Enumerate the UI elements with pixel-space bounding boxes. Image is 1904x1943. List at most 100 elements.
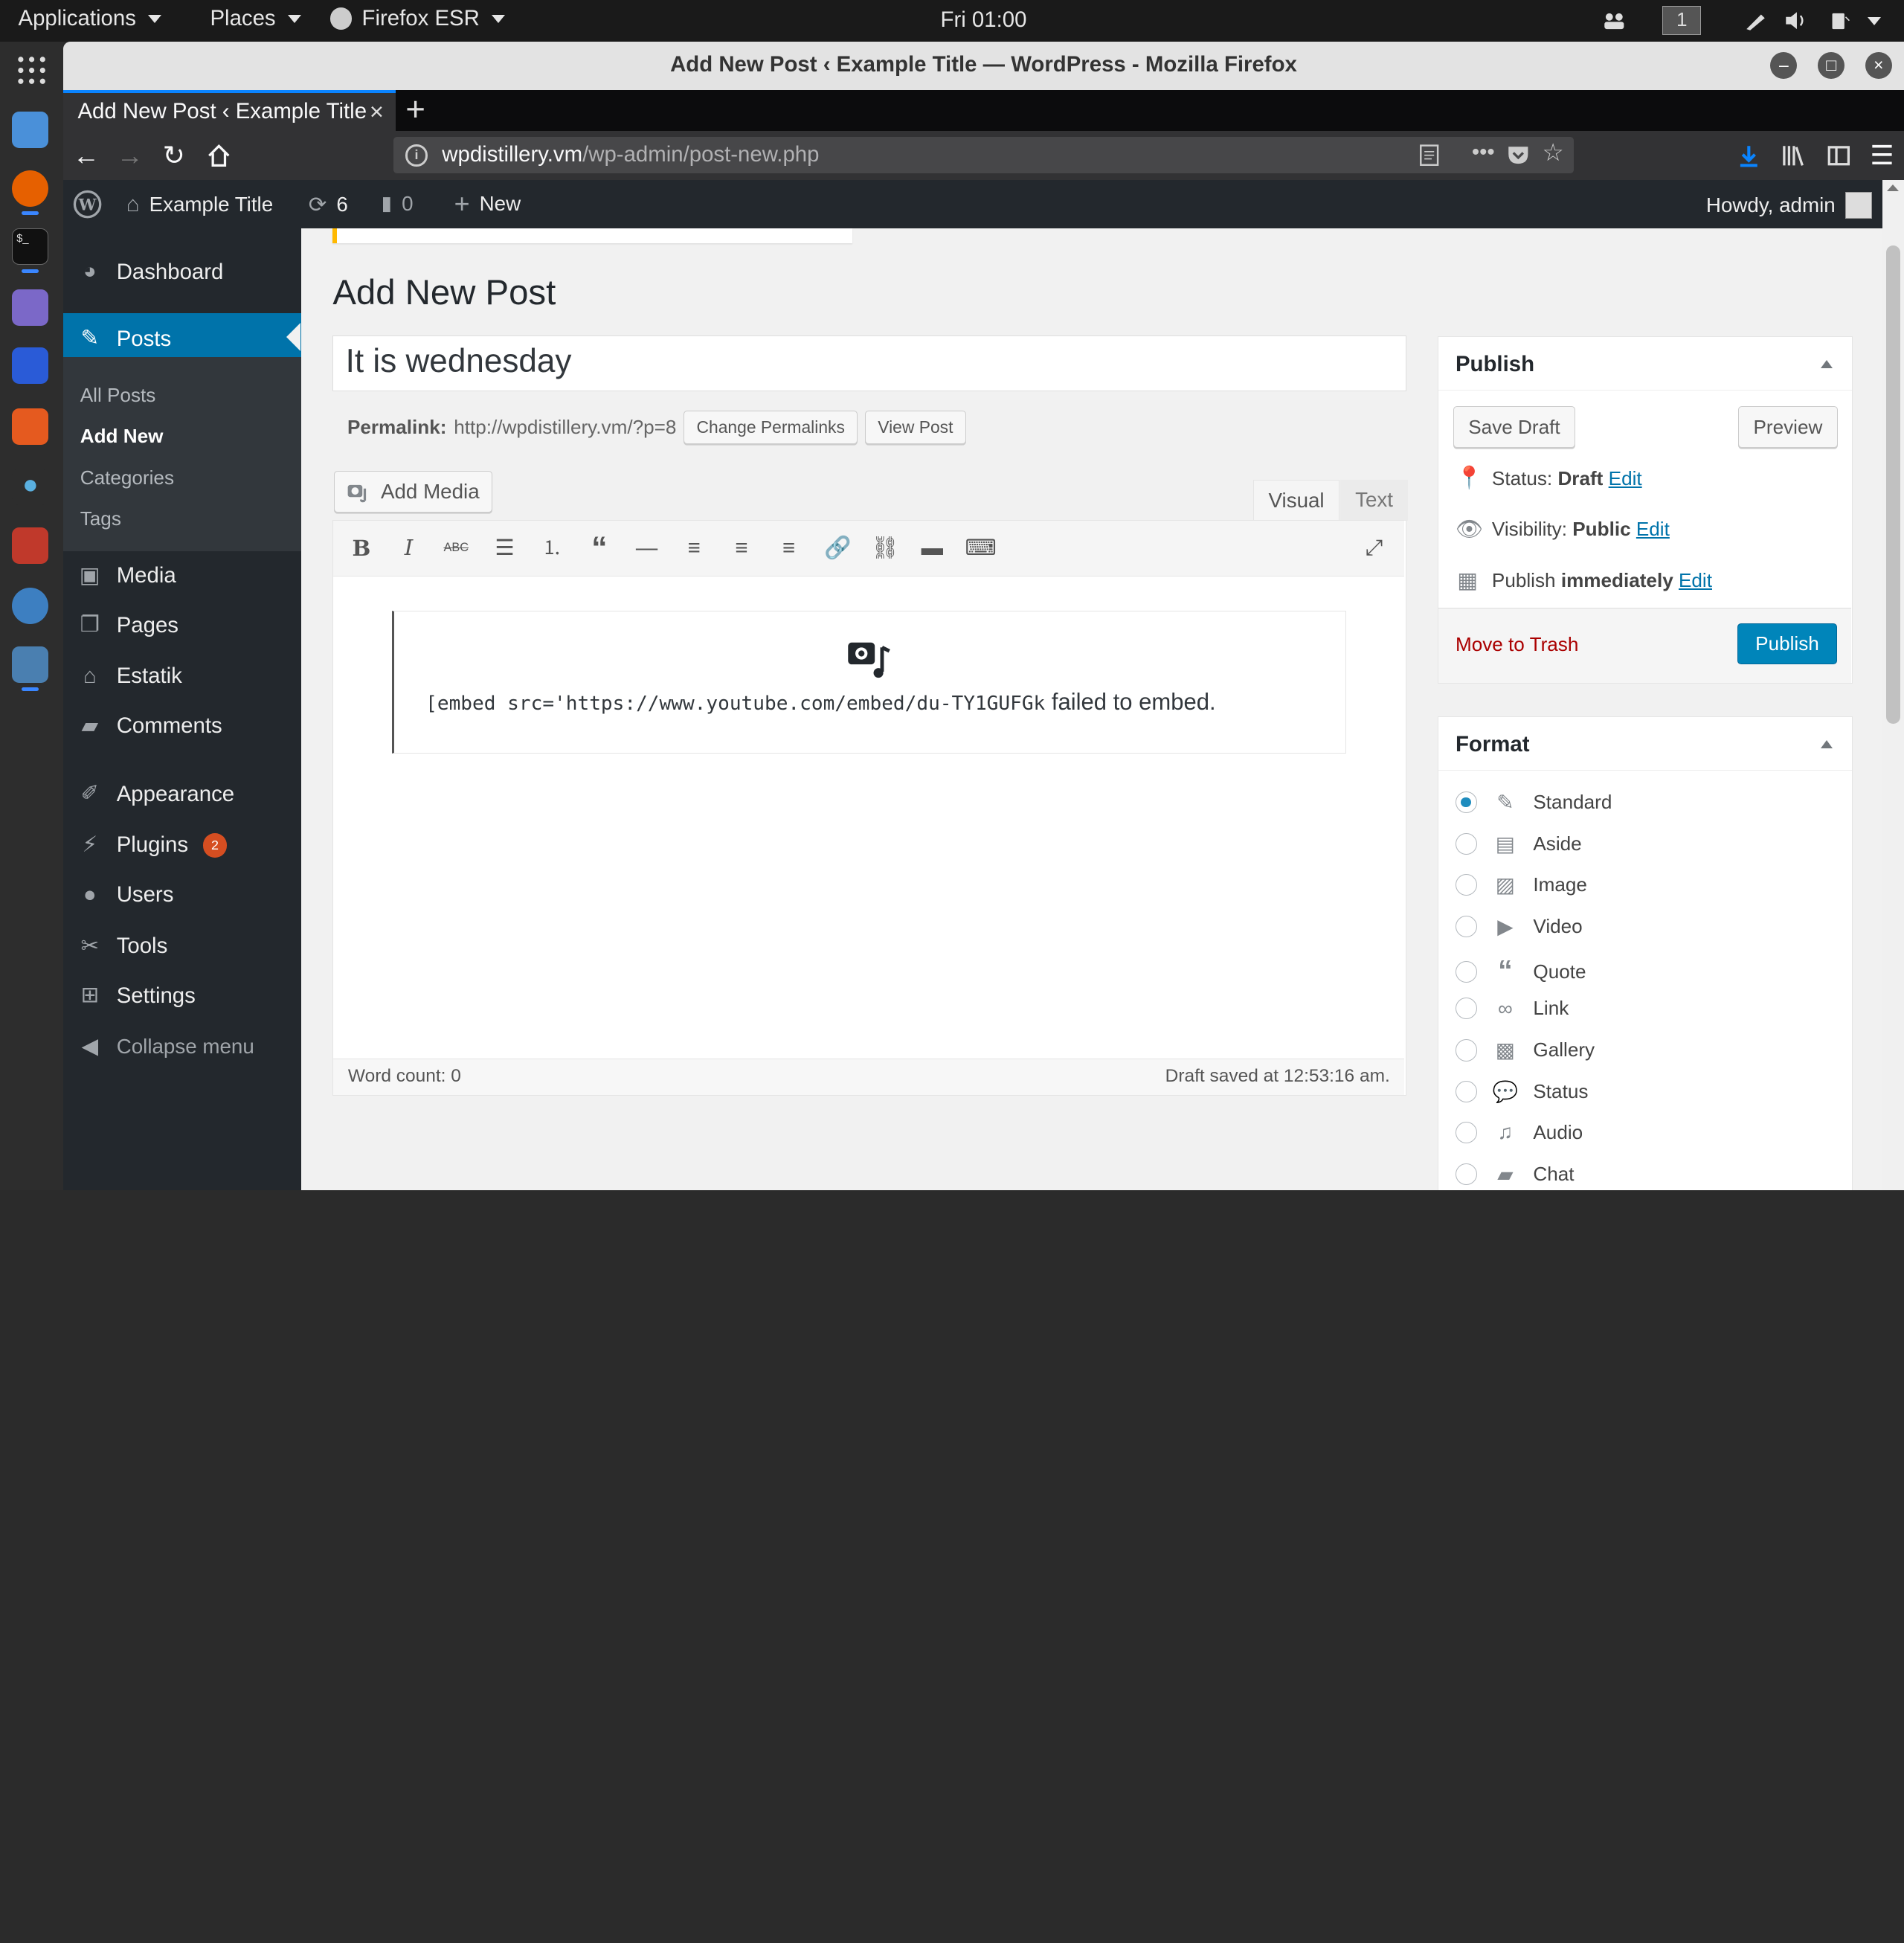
submenu-add-new[interactable]: Add New [80,425,164,448]
firefox-dock-icon[interactable] [12,170,49,207]
tab-add-new-post[interactable]: Add New Post ‹ Example Title × [62,89,396,132]
toolbar-toggle-icon[interactable]: ⌨ [965,535,996,562]
radio[interactable] [1455,960,1478,983]
horizontal-line-icon[interactable]: — [634,535,660,562]
burp-icon[interactable] [12,408,49,445]
workspace-indicator[interactable]: 1 [1662,6,1702,36]
account-menu[interactable]: Howdy, admin [1706,191,1872,219]
fullscreen-icon[interactable]: ⤢ [1361,535,1388,562]
maximize-icon[interactable]: □ [1818,52,1845,80]
reader-view-icon[interactable] [1418,144,1440,167]
align-center-icon[interactable]: ≡ [728,535,755,562]
edit-status-link[interactable]: Edit [1609,467,1642,489]
preview-button[interactable]: Preview [1737,406,1838,449]
url-bar[interactable]: i wpdistillery.vm/wp-admin/post-new.php … [393,137,1574,174]
terminal-icon[interactable]: $_ [12,228,49,265]
close-icon[interactable]: × [1865,52,1892,80]
radio[interactable] [1455,998,1478,1020]
unlink-icon[interactable]: ⛓ [872,535,899,562]
page-scrollbar[interactable] [1882,179,1904,1191]
sidebar-item-comments[interactable]: ▰ Comments [63,701,301,752]
sidebar-item-media[interactable]: ▣ Media [63,550,301,602]
save-draft-button[interactable]: Save Draft [1453,406,1576,449]
format-option-aside[interactable]: ▤ Aside [1455,832,1582,856]
new-content-link[interactable]: + New [454,190,521,217]
tab-visual[interactable]: Visual [1252,479,1340,521]
content-editor[interactable]: B I ABC ☰ ⒈ “ — ≡ ≡ ≡ 🔗 ⛓ ▬ ⌨ ⤢ [embed s… [332,519,1406,1096]
add-media-button[interactable]: Add Media [333,471,492,513]
format-option-gallery[interactable]: ▩ Gallery [1455,1038,1595,1062]
reload-icon[interactable]: ↻ [163,140,185,171]
publish-button[interactable]: Publish [1737,623,1837,665]
comments-link[interactable]: ▮ 0 [382,192,414,216]
metasploit-icon[interactable] [12,347,49,384]
collapse-toggle-icon[interactable] [1821,360,1833,369]
cherry-icon[interactable] [12,527,49,564]
pocket-icon[interactable] [1506,144,1531,166]
insert-link-icon[interactable]: 🔗 [824,535,852,562]
new-tab-icon[interactable]: + [405,90,425,129]
view-post-button[interactable]: View Post [864,410,966,445]
radio[interactable] [1455,1080,1478,1102]
sidebar-item-appearance[interactable]: ✐ Appearance [63,768,301,820]
users-tray-icon[interactable] [1602,10,1627,31]
failed-embed-preview[interactable]: [embed src='https://www.youtube.com/embe… [391,610,1346,754]
scroll-up-icon[interactable] [1887,184,1900,192]
hamburger-menu-icon[interactable]: ☰ [1870,140,1894,171]
italic-icon[interactable]: I [396,535,422,562]
tab-close-icon[interactable]: × [370,97,384,126]
radio[interactable] [1455,1039,1478,1062]
blockquote-icon[interactable]: “ [586,533,613,564]
app-grid-icon[interactable] [17,56,46,85]
radio[interactable] [1455,874,1478,896]
publish-box-header[interactable]: Publish [1438,337,1853,391]
format-option-link[interactable]: ∞ Link [1455,997,1569,1021]
submenu-categories[interactable]: Categories [80,466,174,489]
radio[interactable] [1455,1121,1478,1144]
wordpress-logo-icon[interactable]: W [73,190,102,219]
bold-icon[interactable]: B [348,535,375,562]
format-option-quote[interactable]: “ Quote [1455,955,1586,988]
format-option-chat[interactable]: ▰ Chat [1455,1162,1575,1186]
scrollbar-thumb[interactable] [1885,245,1901,725]
format-box-header[interactable]: Format [1438,717,1853,771]
align-right-icon[interactable]: ≡ [776,535,803,562]
format-option-audio[interactable]: ♫ Audio [1455,1120,1583,1144]
submenu-all-posts[interactable]: All Posts [80,384,156,407]
power-icon[interactable] [1827,10,1852,31]
sidebar-item-pages[interactable]: ❐ Pages [63,600,301,652]
back-icon[interactable]: ← [73,140,100,171]
format-option-standard[interactable]: ✎ Standard [1455,790,1612,815]
chromium-icon[interactable] [12,588,49,625]
bookmark-star-icon[interactable]: ☆ [1543,138,1564,167]
radio[interactable] [1455,1163,1478,1186]
chevron-down-icon[interactable] [1868,16,1882,25]
library-icon[interactable] [1781,144,1805,168]
downloads-icon[interactable] [1737,144,1761,168]
home-icon[interactable] [207,144,231,168]
page-actions-icon[interactable]: ••• [1472,140,1495,165]
sidebar-item-plugins[interactable]: ⚡ Plugins 2 [63,820,301,871]
sidebar-item-users[interactable]: ● Users [63,870,301,921]
format-option-status[interactable]: 💬 Status [1455,1079,1588,1104]
read-more-icon[interactable]: ▬ [919,535,945,562]
collapse-menu-button[interactable]: ◀ Collapse menu [63,1021,301,1073]
site-name-link[interactable]: ⌂ Example Title [126,192,273,217]
submenu-tags[interactable]: Tags [80,507,121,530]
settings-dock-icon[interactable] [12,646,49,683]
text-editor-icon[interactable] [12,289,49,326]
radio[interactable] [1455,832,1478,855]
sidebar-item-tools[interactable]: ✂ Tools [63,921,301,972]
files-icon[interactable] [12,112,49,149]
site-info-icon[interactable]: i [405,144,428,167]
sidebar-toggle-icon[interactable] [1827,144,1851,168]
collapse-toggle-icon[interactable] [1821,740,1833,749]
volume-icon[interactable] [1784,10,1808,31]
permalink-url[interactable]: http://wpdistillery.vm/?p=8 [454,416,676,439]
align-left-icon[interactable]: ≡ [681,535,707,562]
radio-selected[interactable] [1455,791,1478,814]
updates-link[interactable]: ⟳ 6 [309,192,348,218]
sidebar-item-dashboard[interactable]: ◕ Dashboard [63,246,301,298]
pen-tray-icon[interactable] [1744,10,1769,31]
change-permalinks-button[interactable]: Change Permalinks [684,410,858,445]
